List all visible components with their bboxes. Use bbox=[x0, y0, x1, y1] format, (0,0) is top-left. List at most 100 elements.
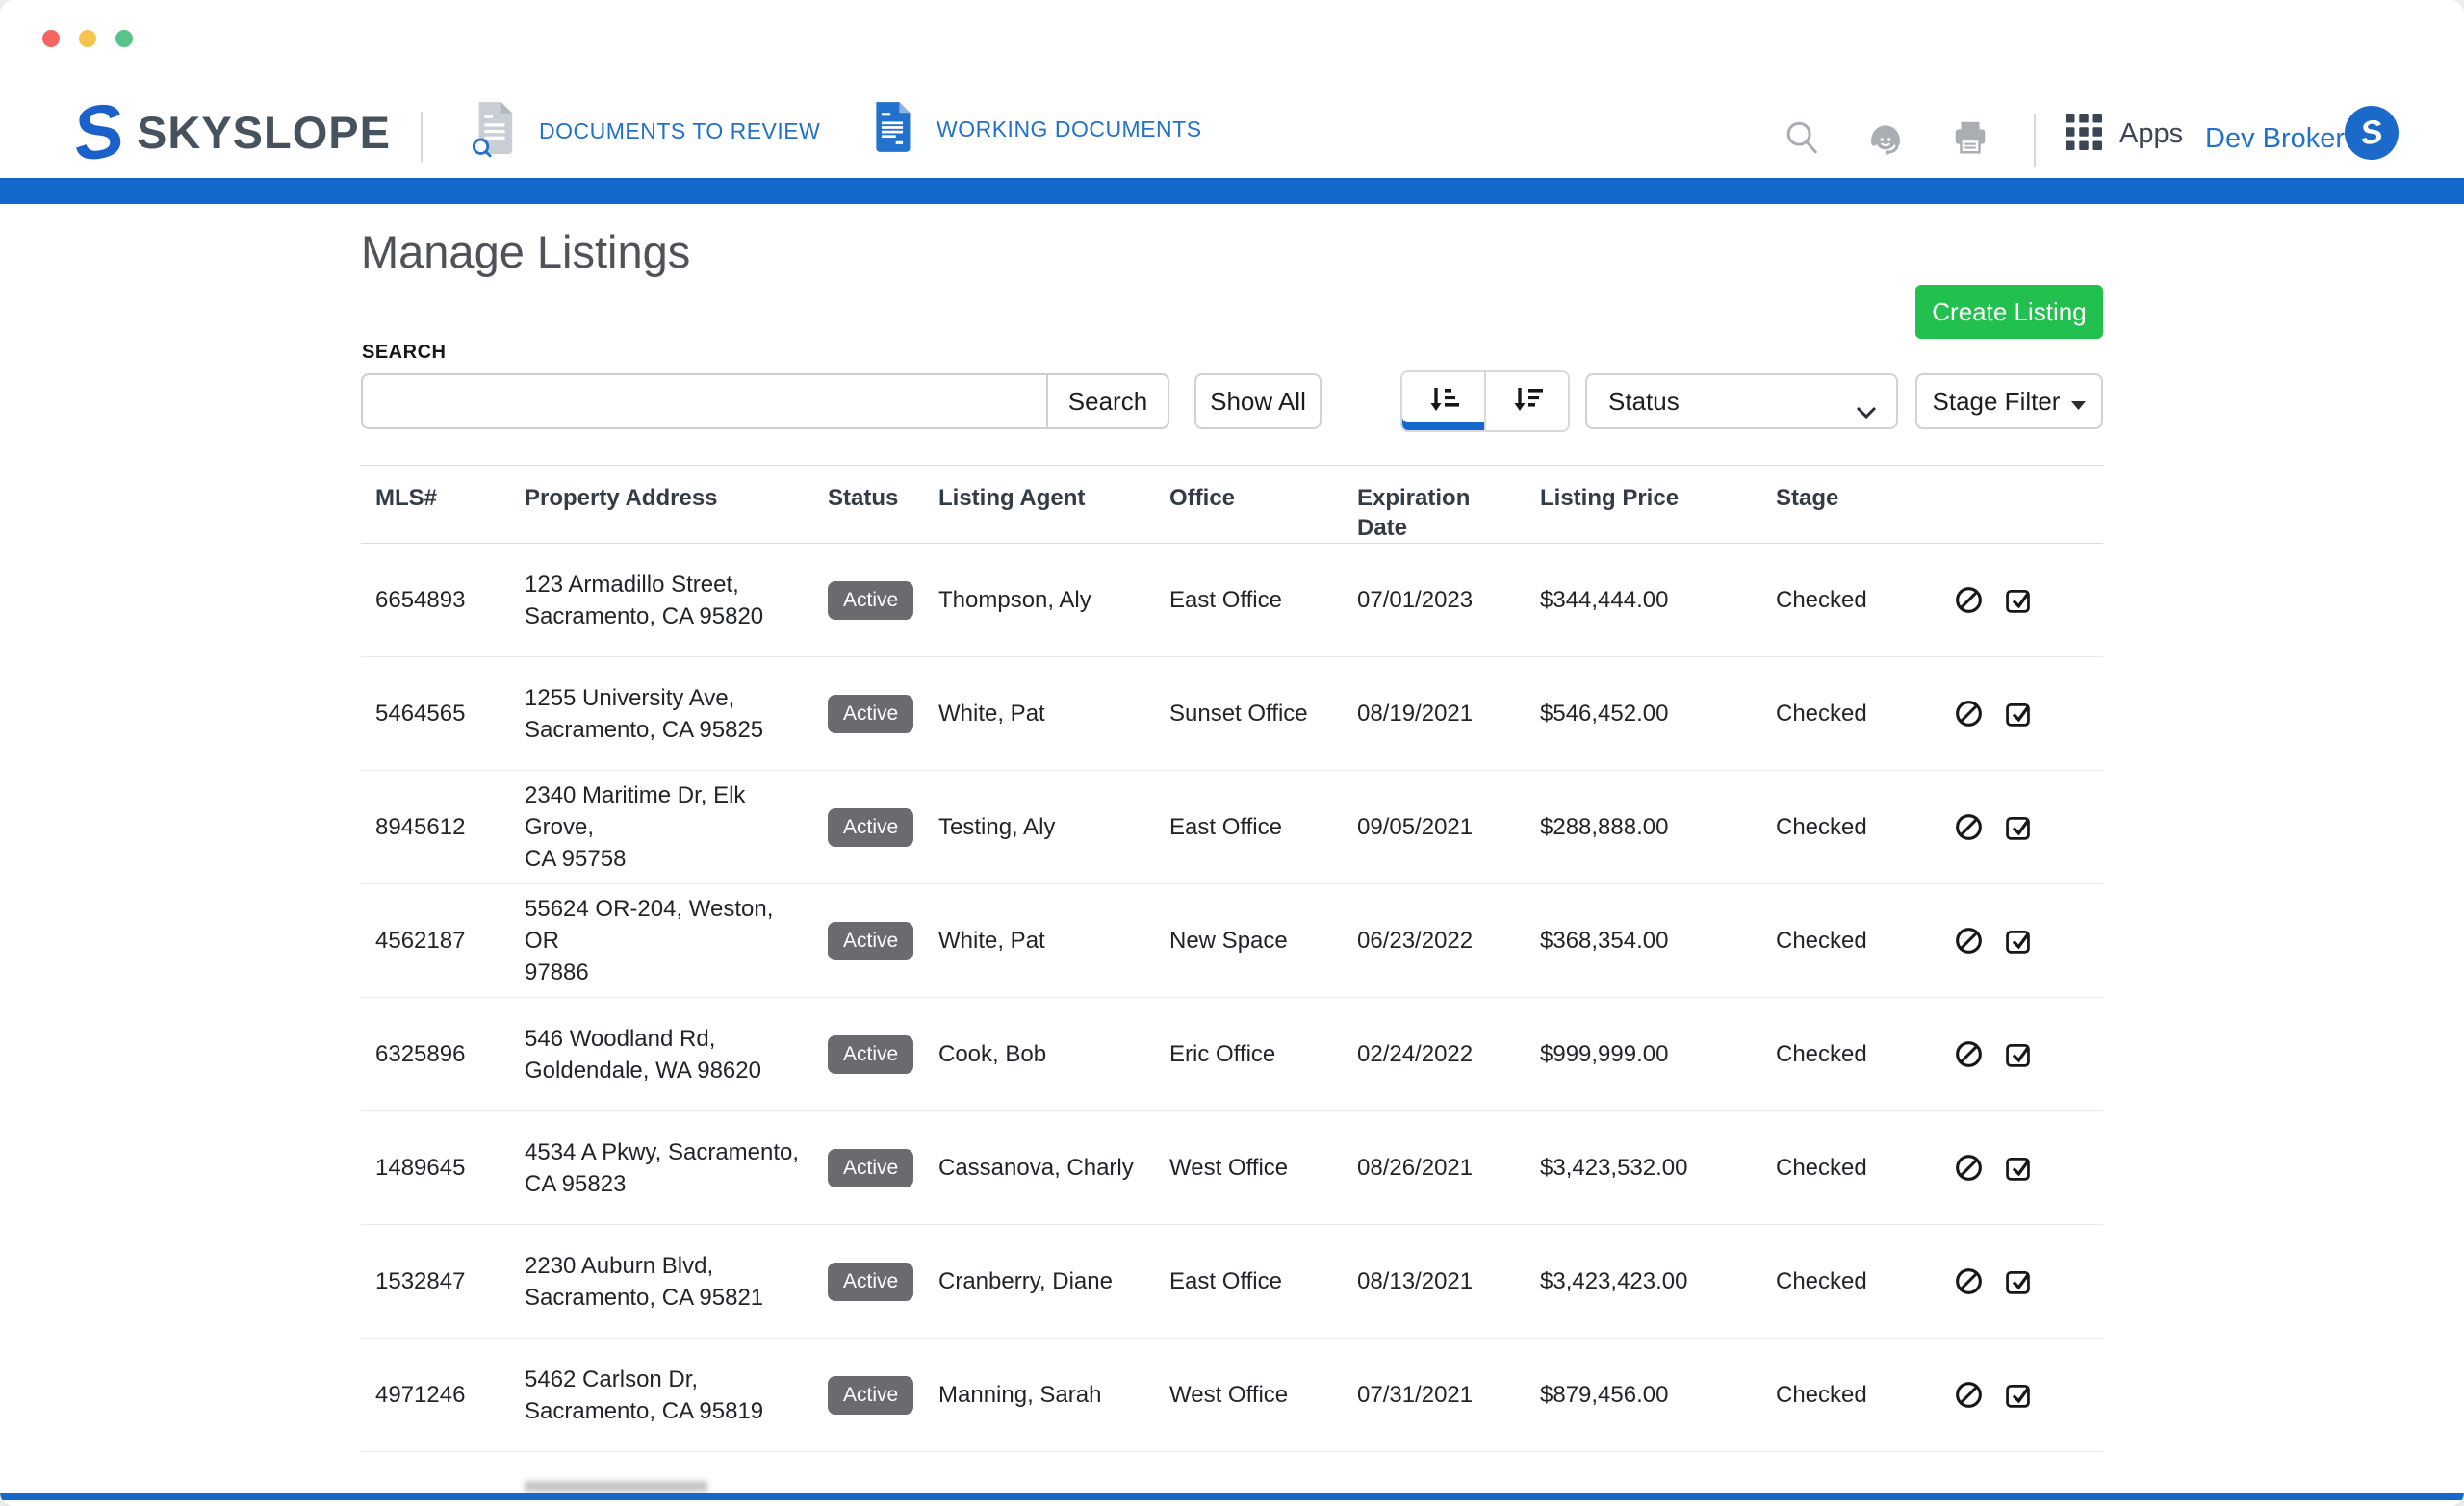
checked-checkbox-icon[interactable] bbox=[2003, 1039, 2033, 1069]
listing-agent: Testing, Aly bbox=[938, 813, 1056, 840]
apps-button[interactable]: Apps bbox=[2066, 114, 2183, 155]
nav-working-documents[interactable]: WORKING DOCUMENTS bbox=[869, 100, 1202, 159]
address-line-2: CA 95823 bbox=[525, 1170, 627, 1197]
checked-checkbox-icon[interactable] bbox=[2003, 812, 2033, 842]
address-line-1: 4534 A Pkwy, Sacramento, bbox=[525, 1138, 800, 1165]
ban-icon[interactable] bbox=[1954, 585, 1984, 615]
document-icon bbox=[869, 100, 915, 159]
nav-label: DOCUMENTS TO REVIEW bbox=[539, 118, 821, 143]
page-title: Manage Listings bbox=[361, 226, 691, 277]
mls-number: 4562187 bbox=[375, 927, 466, 954]
property-address: 546 Woodland Rd, Goldendale, WA 98620 bbox=[525, 1023, 828, 1086]
close-window-button[interactable] bbox=[42, 30, 60, 47]
status-cell: Active bbox=[828, 694, 938, 733]
address-line-1: 5462 Carlson Dr, bbox=[525, 1366, 699, 1392]
skyslope-logo[interactable]: S SKYSLOPE bbox=[67, 87, 391, 177]
office-name: East Office bbox=[1169, 1267, 1282, 1294]
search-input[interactable] bbox=[361, 373, 1047, 429]
expiration-date: 08/13/2021 bbox=[1357, 1267, 1474, 1294]
show-all-button[interactable]: Show All bbox=[1194, 373, 1322, 429]
status-filter-select[interactable]: Status bbox=[1585, 373, 1898, 429]
ban-icon[interactable] bbox=[1954, 1153, 1984, 1183]
status-badge: Active bbox=[828, 807, 914, 847]
stage-filter-button[interactable]: Stage Filter bbox=[1915, 373, 2103, 429]
listing-agent: Cassanova, Charly bbox=[938, 1154, 1134, 1181]
listing-agent: Cranberry, Diane bbox=[938, 1267, 1113, 1294]
listing-agent: Cook, Bob bbox=[938, 1040, 1047, 1067]
listing-agent: White, Pat bbox=[938, 700, 1045, 727]
apps-label: Apps bbox=[2119, 118, 2184, 149]
search-button[interactable]: Search bbox=[1047, 373, 1169, 429]
status-cell: Active bbox=[828, 807, 938, 847]
ban-icon[interactable] bbox=[1954, 1039, 1984, 1069]
stage-value: Checked bbox=[1776, 1381, 1867, 1408]
minimize-window-button[interactable] bbox=[79, 30, 96, 47]
sort-descending-button[interactable] bbox=[1484, 370, 1570, 432]
stage-value: Checked bbox=[1776, 700, 1867, 727]
table-row: 1489645 4534 A Pkwy, Sacramento, CA 95823 A… bbox=[361, 1111, 2103, 1225]
apps-grid-icon bbox=[2066, 114, 2102, 155]
user-name[interactable]: Dev Broker bbox=[2205, 123, 2345, 155]
checked-checkbox-icon[interactable] bbox=[2003, 1153, 2033, 1183]
column-header-agent: Listing Agent bbox=[938, 485, 1086, 511]
office-name: West Office bbox=[1169, 1381, 1289, 1408]
checked-checkbox-icon[interactable] bbox=[2003, 1266, 2033, 1296]
property-address: 2340 Maritime Dr, Elk Grove, CA 95758 bbox=[525, 779, 828, 875]
document-search-icon bbox=[470, 100, 518, 163]
property-address: 55624 OR-204, Weston, OR 97886 bbox=[525, 893, 828, 988]
sort-toggle-group bbox=[1400, 370, 1570, 432]
status-badge: Active bbox=[828, 1034, 914, 1074]
table-header-row: MLS# Property Address Status Listing Agent O… bbox=[361, 465, 2103, 544]
column-header-status: Status bbox=[828, 485, 899, 511]
column-header-price: Listing Price bbox=[1540, 485, 1680, 511]
status-cell: Active bbox=[828, 921, 938, 960]
office-name: Eric Office bbox=[1169, 1040, 1276, 1067]
address-line-1: 55624 OR-204, Weston, OR bbox=[525, 896, 774, 954]
sort-ascending-button[interactable] bbox=[1400, 370, 1486, 432]
expiration-date: 06/23/2022 bbox=[1357, 927, 1474, 954]
status-cell: Active bbox=[828, 1034, 938, 1074]
expiration-date: 07/31/2021 bbox=[1357, 1381, 1474, 1408]
row-actions bbox=[1954, 1039, 2103, 1069]
ban-icon[interactable] bbox=[1954, 1380, 1984, 1410]
accent-bar bbox=[0, 178, 2464, 204]
support-icon[interactable] bbox=[1865, 117, 1906, 158]
row-actions bbox=[1954, 699, 2103, 728]
listing-agent: Manning, Sarah bbox=[938, 1381, 1102, 1408]
expiration-date: 08/19/2021 bbox=[1357, 700, 1474, 727]
ban-icon[interactable] bbox=[1954, 699, 1984, 728]
address-line-1: 2340 Maritime Dr, Elk Grove, bbox=[525, 782, 746, 840]
ban-icon[interactable] bbox=[1954, 1266, 1984, 1296]
stage-value: Checked bbox=[1776, 927, 1867, 954]
zoom-window-button[interactable] bbox=[116, 30, 133, 47]
nav-documents-to-review[interactable]: DOCUMENTS TO REVIEW bbox=[470, 100, 820, 163]
print-icon[interactable] bbox=[1950, 117, 1990, 158]
office-name: East Office bbox=[1169, 586, 1282, 613]
office-name: East Office bbox=[1169, 813, 1282, 840]
caret-down-icon bbox=[2071, 387, 2087, 417]
ban-icon[interactable] bbox=[1954, 926, 1984, 956]
create-listing-button[interactable]: Create Listing bbox=[1915, 285, 2103, 339]
checked-checkbox-icon[interactable] bbox=[2003, 926, 2033, 956]
column-header-exp: Expiration Date bbox=[1357, 485, 1471, 541]
address-line-1: 123 Armadillo Street, bbox=[525, 571, 739, 598]
table-row: 4971246 5462 Carlson Dr, Sacramento, CA 95… bbox=[361, 1339, 2103, 1452]
avatar[interactable]: S bbox=[2341, 102, 2402, 164]
status-cell: Active bbox=[828, 1375, 938, 1415]
table-row: 6325896 546 Woodland Rd, Goldendale, WA 98… bbox=[361, 998, 2103, 1111]
ban-icon[interactable] bbox=[1954, 812, 1984, 842]
address-line-1: 2230 Auburn Blvd, bbox=[525, 1252, 714, 1279]
status-badge: Active bbox=[828, 921, 914, 960]
listing-agent: White, Pat bbox=[938, 927, 1045, 954]
listing-price: $3,423,423.00 bbox=[1540, 1267, 1688, 1294]
checked-checkbox-icon[interactable] bbox=[2003, 585, 2033, 615]
expiration-date: 07/01/2023 bbox=[1357, 586, 1474, 613]
checked-checkbox-icon[interactable] bbox=[2003, 699, 2033, 728]
checked-checkbox-icon[interactable] bbox=[2003, 1380, 2033, 1410]
address-line-2: CA 95758 bbox=[525, 846, 627, 872]
filter-controls: Search Show All Status Stage Filter bbox=[361, 370, 2103, 435]
mls-number: 6654893 bbox=[375, 586, 466, 613]
address-line-1: 546 Woodland Rd, bbox=[525, 1025, 716, 1052]
search-icon[interactable] bbox=[1783, 118, 1821, 157]
table-row: 1532847 2230 Auburn Blvd, Sacramento, CA 9… bbox=[361, 1225, 2103, 1339]
